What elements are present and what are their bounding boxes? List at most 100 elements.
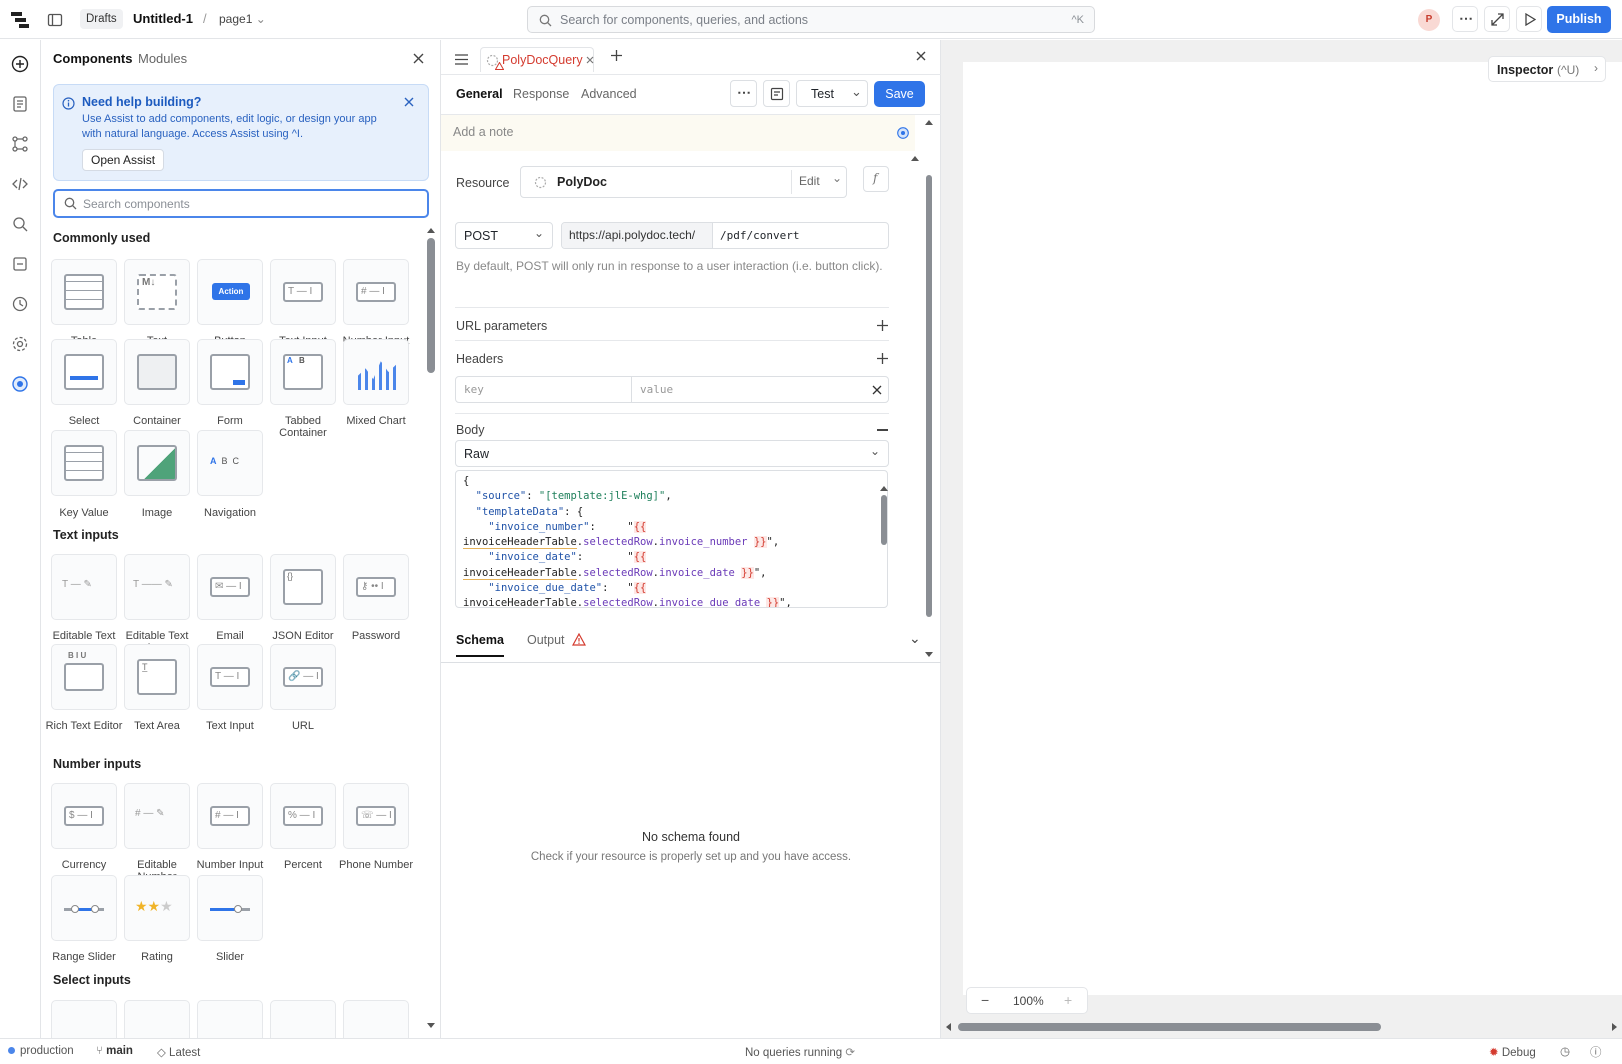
- component-tile-editable-number[interactable]: # — ✎: [124, 783, 190, 849]
- add-icon[interactable]: [877, 353, 888, 364]
- scroll-thumb[interactable]: [881, 495, 887, 545]
- header-value-input[interactable]: value: [640, 383, 673, 396]
- component-tile-percent[interactable]: % — I: [270, 783, 336, 849]
- close-icon[interactable]: [586, 56, 594, 64]
- component-tile-select-option[interactable]: [270, 1000, 336, 1038]
- layout-icon[interactable]: [47, 12, 63, 28]
- history-icon[interactable]: [11, 295, 29, 313]
- component-tile-editable-text[interactable]: T — ✎: [51, 554, 117, 620]
- history-icon[interactable]: ◷: [1560, 1044, 1570, 1058]
- chevron-down-icon[interactable]: ⌄: [832, 171, 842, 185]
- debug-button[interactable]: ✹ Debug: [1489, 1045, 1536, 1059]
- theme-icon[interactable]: [11, 375, 29, 393]
- component-tile-select[interactable]: [51, 339, 117, 405]
- chevron-down-icon[interactable]: ⌄: [909, 630, 921, 647]
- panel-scrollbar[interactable]: [427, 228, 435, 1028]
- component-tile-email[interactable]: ✉ — I: [197, 554, 263, 620]
- hamburger-icon[interactable]: [455, 54, 468, 65]
- global-search-input[interactable]: Search for components, queries, and acti…: [527, 6, 1095, 33]
- component-tile-rich-text-editor[interactable]: B I U: [51, 644, 117, 710]
- page-selector[interactable]: page1 ⌄: [219, 12, 266, 26]
- body-type-select[interactable]: Raw ⌄: [455, 440, 889, 467]
- component-tile-select-option[interactable]: [343, 1000, 409, 1038]
- assist-icon[interactable]: [897, 127, 909, 139]
- close-icon[interactable]: [413, 53, 424, 64]
- component-tile-password[interactable]: ⚷ •• I: [343, 554, 409, 620]
- tab-schema[interactable]: Schema: [456, 633, 504, 657]
- search-icon[interactable]: [11, 215, 29, 233]
- tab-output[interactable]: Output: [527, 633, 586, 647]
- resource-select[interactable]: PolyDoc Edit ⌄: [520, 166, 847, 198]
- tab-modules[interactable]: Modules: [138, 51, 187, 66]
- note-input[interactable]: Add a note: [441, 115, 915, 151]
- component-search-input[interactable]: Search components: [53, 189, 429, 218]
- component-tile-text-input[interactable]: T — I: [197, 644, 263, 710]
- component-tile-form[interactable]: [197, 339, 263, 405]
- save-button[interactable]: Save: [874, 81, 925, 107]
- scroll-thumb[interactable]: [958, 1023, 1381, 1031]
- component-tile-navigation[interactable]: A B C: [197, 430, 263, 496]
- component-tile-key-value[interactable]: [51, 430, 117, 496]
- code-icon[interactable]: [11, 175, 29, 193]
- open-assist-button[interactable]: Open Assist: [82, 149, 165, 171]
- zoom-level[interactable]: 100%: [1013, 994, 1044, 1008]
- function-button[interactable]: f: [863, 166, 889, 192]
- canvas-h-scrollbar[interactable]: [946, 1022, 1622, 1032]
- component-tile-slider[interactable]: [197, 875, 263, 941]
- component-tile-rating[interactable]: ★★★: [124, 875, 190, 941]
- settings-icon[interactable]: [11, 335, 29, 353]
- tab-response[interactable]: Response: [513, 87, 569, 101]
- zoom-in-icon[interactable]: +: [1064, 992, 1072, 1008]
- component-tree-icon[interactable]: [11, 135, 29, 153]
- more-actions-button[interactable]: ⋯: [730, 80, 757, 107]
- more-button[interactable]: ⋯: [1452, 6, 1478, 32]
- drafts-breadcrumb[interactable]: Drafts: [80, 9, 123, 29]
- component-tile-url[interactable]: 🔗 — I: [270, 644, 336, 710]
- avatar[interactable]: P: [1418, 9, 1440, 31]
- scroll-thumb[interactable]: [427, 238, 435, 373]
- editor-scrollbar[interactable]: [925, 120, 933, 657]
- edit-resource-button[interactable]: Edit ⌄: [791, 170, 846, 194]
- code-scrollbar[interactable]: [880, 486, 888, 602]
- add-component-icon[interactable]: [11, 55, 29, 73]
- canvas-page[interactable]: [963, 62, 1622, 995]
- header-key-input[interactable]: key: [464, 383, 484, 396]
- component-tile-currency[interactable]: $ — I: [51, 783, 117, 849]
- method-select[interactable]: POST ⌄: [455, 222, 553, 249]
- close-icon[interactable]: [916, 51, 926, 61]
- component-tile-table[interactable]: [51, 259, 117, 325]
- close-icon[interactable]: [872, 385, 882, 395]
- app-title[interactable]: Untitled-1: [133, 11, 193, 26]
- component-tile-mixed-chart[interactable]: [343, 339, 409, 405]
- component-tile-range-slider[interactable]: [51, 875, 117, 941]
- tab-general[interactable]: General: [456, 87, 503, 101]
- retool-logo-icon[interactable]: [10, 10, 30, 30]
- component-tile-text[interactable]: M↓: [124, 259, 190, 325]
- component-tile-number-input[interactable]: # — I: [343, 259, 409, 325]
- publish-button[interactable]: Publish: [1547, 6, 1611, 33]
- component-tile-text-area[interactable]: T̲: [124, 644, 190, 710]
- component-tile-text-input[interactable]: T — I: [270, 259, 336, 325]
- version-selector[interactable]: ◇ Latest: [157, 1045, 200, 1059]
- add-icon[interactable]: [877, 320, 888, 331]
- fullscreen-button[interactable]: [1484, 6, 1510, 32]
- query-tab[interactable]: PolyDocQuery: [480, 47, 594, 72]
- component-tile-editable-text-area[interactable]: T —— ✎: [124, 554, 190, 620]
- component-tile-image[interactable]: [124, 430, 190, 496]
- help-icon[interactable]: ⓘ: [1590, 1044, 1602, 1060]
- component-tile-container[interactable]: [124, 339, 190, 405]
- add-query-icon[interactable]: [611, 50, 622, 61]
- close-icon[interactable]: [404, 97, 414, 107]
- component-tile-tabbed-container[interactable]: AB: [270, 339, 336, 405]
- component-tile-select-option[interactable]: [51, 1000, 117, 1038]
- state-icon[interactable]: [11, 255, 29, 273]
- body-code-editor[interactable]: { "source": "[template:jlE-whg]", "templ…: [455, 470, 888, 608]
- component-tile-button[interactable]: Action: [197, 259, 263, 325]
- component-tile-select-option[interactable]: [124, 1000, 190, 1038]
- zoom-out-icon[interactable]: −: [981, 992, 989, 1008]
- component-tile-json-editor[interactable]: {}: [270, 554, 336, 620]
- component-tile-phone-number[interactable]: ☏ — I: [343, 783, 409, 849]
- tab-advanced[interactable]: Advanced: [581, 87, 637, 101]
- notes-button[interactable]: [763, 80, 790, 107]
- scroll-up-icon[interactable]: [911, 156, 919, 161]
